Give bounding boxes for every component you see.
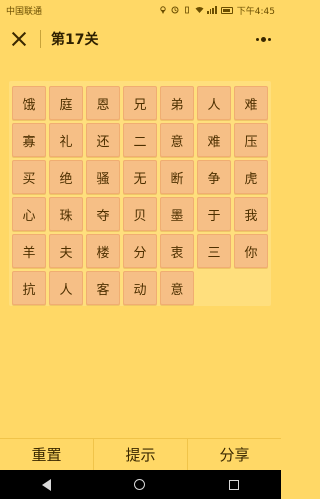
- signal-icon: [206, 6, 217, 14]
- character-tile[interactable]: 客: [86, 271, 120, 305]
- character-tile[interactable]: 我: [234, 197, 268, 231]
- character-tile[interactable]: 夺: [86, 197, 120, 231]
- close-icon[interactable]: [10, 30, 28, 48]
- character-tile[interactable]: 意: [160, 271, 194, 305]
- tile-grid: 饿庭恩兄弟人难寡礼还二意难压买绝骚无断争虎心珠夺贝墨于我羊夫楼分衷三你抗人客动意: [12, 86, 268, 305]
- character-tile[interactable]: 买: [12, 160, 46, 194]
- character-tile[interactable]: 珠: [49, 197, 83, 231]
- character-tile[interactable]: 还: [86, 123, 120, 157]
- character-tile[interactable]: 骚: [86, 160, 120, 194]
- character-tile[interactable]: 楼: [86, 234, 120, 268]
- back-icon[interactable]: [41, 478, 51, 491]
- character-tile[interactable]: 争: [197, 160, 231, 194]
- clock-label: 下午4:45: [236, 6, 275, 17]
- character-tile[interactable]: 礼: [49, 123, 83, 157]
- character-tile[interactable]: 动: [123, 271, 157, 305]
- character-tile[interactable]: 墨: [160, 197, 194, 231]
- character-tile[interactable]: 意: [160, 123, 194, 157]
- recent-apps-icon[interactable]: [229, 479, 240, 490]
- character-tile[interactable]: 断: [160, 160, 194, 194]
- hint-button[interactable]: 提示: [94, 439, 188, 470]
- character-tile[interactable]: 贝: [123, 197, 157, 231]
- character-tile[interactable]: 二: [123, 123, 157, 157]
- wifi-icon: [195, 6, 204, 14]
- character-tile[interactable]: 抗: [12, 271, 46, 305]
- system-nav-bar: [0, 470, 281, 499]
- status-bar: 中国联通 下午4:45: [0, 0, 281, 20]
- character-tile[interactable]: 兄: [123, 86, 157, 120]
- header: 第17关: [0, 20, 281, 58]
- header-divider: [40, 30, 41, 48]
- character-tile[interactable]: 无: [123, 160, 157, 194]
- character-tile[interactable]: 庭: [49, 86, 83, 120]
- character-tile[interactable]: 心: [12, 197, 46, 231]
- more-icon[interactable]: [256, 36, 271, 42]
- character-tile[interactable]: 你: [234, 234, 268, 268]
- character-tile[interactable]: 恩: [86, 86, 120, 120]
- character-tile[interactable]: 难: [234, 86, 268, 120]
- share-button[interactable]: 分享: [188, 439, 281, 470]
- character-tile[interactable]: 羊: [12, 234, 46, 268]
- status-left: 中国联通: [6, 4, 42, 17]
- character-tile[interactable]: 人: [197, 86, 231, 120]
- character-tile[interactable]: 分: [123, 234, 157, 268]
- bottom-bar: 重置 提示 分享: [0, 438, 281, 470]
- character-tile[interactable]: 虎: [234, 160, 268, 194]
- character-tile[interactable]: 绝: [49, 160, 83, 194]
- character-tile[interactable]: 夫: [49, 234, 83, 268]
- home-icon[interactable]: [134, 479, 146, 490]
- location-icon: [159, 6, 167, 14]
- character-tile[interactable]: 弟: [160, 86, 194, 120]
- carrier-label: 中国联通: [6, 6, 43, 17]
- page-title: 第17关: [51, 32, 99, 48]
- character-tile[interactable]: 寡: [12, 123, 46, 157]
- character-tile[interactable]: 于: [197, 197, 231, 231]
- character-tile[interactable]: 人: [49, 271, 83, 305]
- character-tile[interactable]: 难: [197, 123, 231, 157]
- vibrate-icon: [183, 6, 191, 14]
- character-tile[interactable]: 三: [197, 234, 231, 268]
- character-tile[interactable]: 衷: [160, 234, 194, 268]
- character-tile[interactable]: 饿: [12, 86, 46, 120]
- character-tile[interactable]: 压: [234, 123, 268, 157]
- status-right: 下午4:45: [159, 4, 275, 17]
- battery-icon: [220, 6, 233, 14]
- reset-button[interactable]: 重置: [0, 439, 94, 470]
- alarm-icon: [171, 6, 179, 14]
